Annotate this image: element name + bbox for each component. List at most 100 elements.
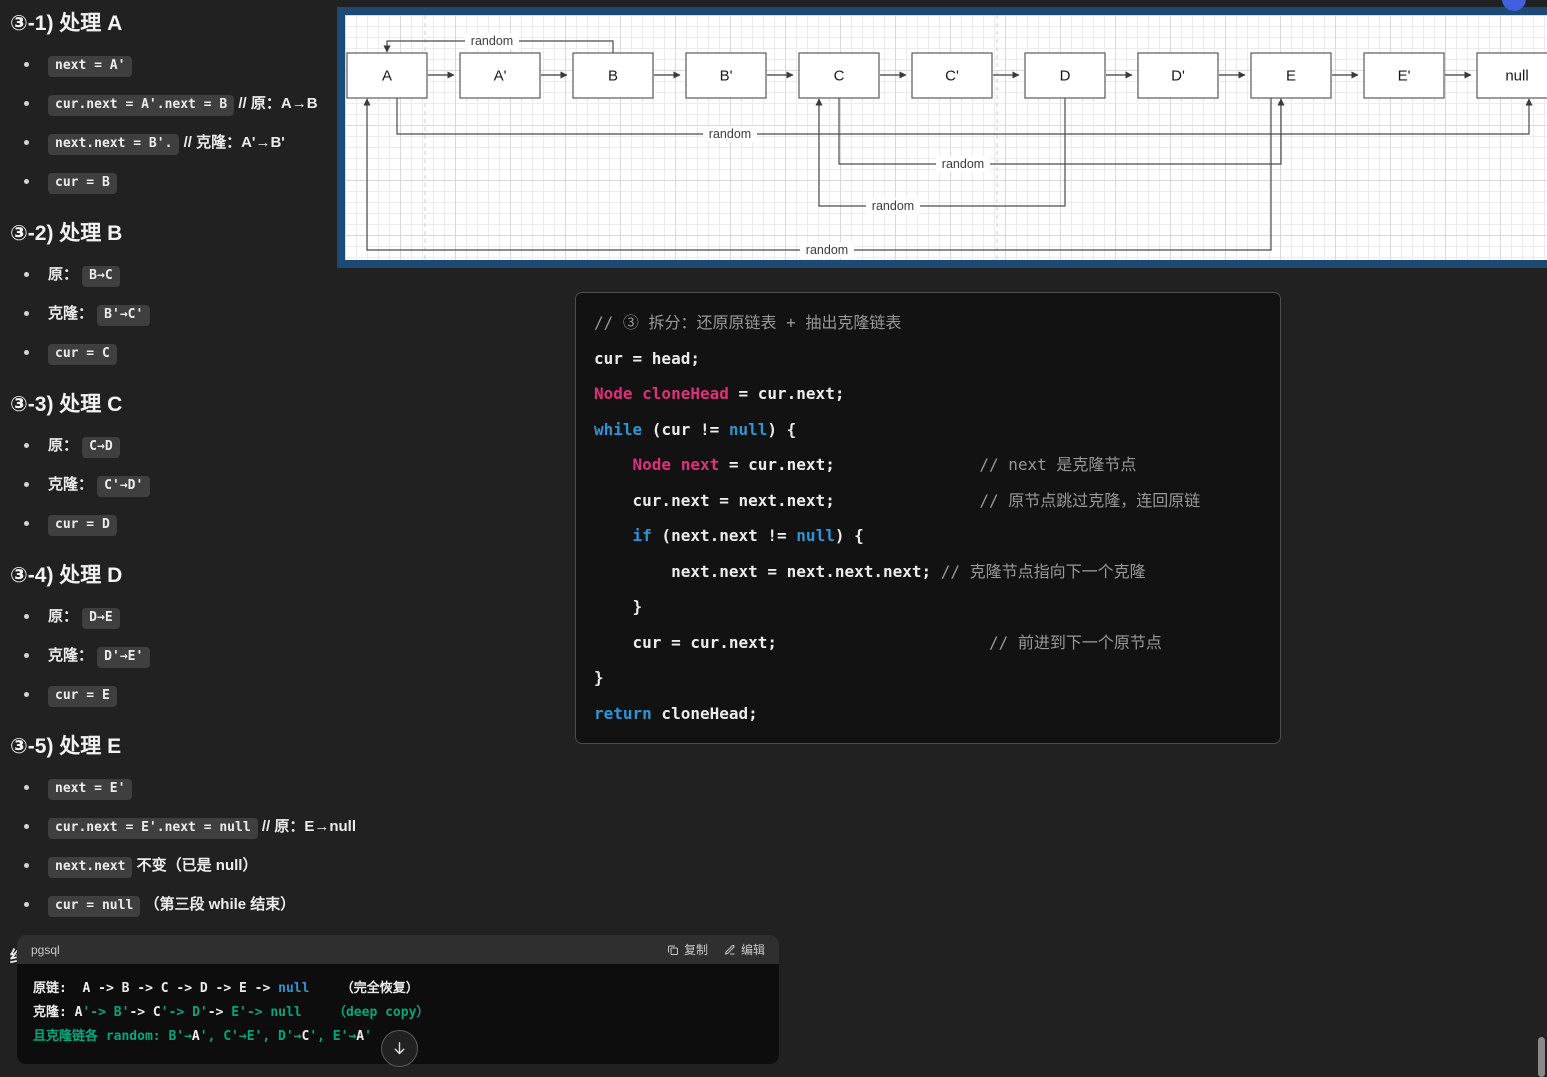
code-segment: // 原节点跳过克隆，连回原链 (834, 490, 1201, 510)
code-segment: // next 是克隆节点 (834, 455, 1137, 474)
copy-button[interactable]: 复制 (667, 941, 708, 958)
node-C'[interactable]: C' (911, 52, 993, 99)
item-text: // 原：E→null (257, 818, 357, 835)
list-item: cur.next = A'.next = B // 原：A→B (10, 93, 340, 116)
output-segment: ', E'→ (309, 1029, 357, 1044)
list-item: cur = C (10, 342, 340, 365)
edit-button[interactable]: 编辑 (724, 941, 765, 958)
item-text: 原： (48, 437, 83, 454)
svg-text:C: C (834, 68, 845, 85)
code-segment: if (632, 526, 652, 545)
code-block-actions: 复制 编辑 (667, 941, 765, 958)
inline-code: C→D (82, 437, 120, 458)
code-segment: ) { (834, 526, 864, 545)
code-segment: Node cloneHead (594, 384, 729, 403)
code-segment: while (594, 419, 643, 439)
svg-text:null: null (1505, 68, 1528, 85)
list-item: cur = B (10, 171, 340, 194)
code-segment: // ③ 拆分：还原原链表 + 抽出克隆链表 (594, 313, 902, 332)
output-segment: null (278, 981, 310, 996)
svg-text:random: random (806, 243, 848, 257)
section-title: ③-3) 处理 C (10, 393, 123, 416)
code-segment: (cur != (642, 419, 729, 439)
code-segment: ) { (767, 419, 797, 439)
inline-code: cur = D (48, 515, 117, 536)
scroll-to-bottom-button[interactable] (381, 1030, 418, 1067)
output-segment: E'-> null （deep copy） (231, 1005, 430, 1020)
code-panel: // ③ 拆分：还原原链表 + 抽出克隆链表 cur = head; Node cl… (575, 292, 1281, 744)
node-B'[interactable]: B' (685, 52, 767, 99)
svg-text:D: D (1060, 68, 1071, 85)
bullet-list: 原： C→D 克隆： C'→D' cur = D (10, 435, 340, 536)
item-text: 原： (48, 266, 83, 283)
section-title: ③-4) 处理 D (10, 564, 123, 587)
node-E'[interactable]: E' (1363, 52, 1445, 99)
code-segment: } (594, 597, 643, 616)
item-text: 克隆： (48, 476, 98, 493)
item-text: 不变（已是 null） (132, 857, 258, 874)
edit-label: 编辑 (740, 943, 765, 957)
code-line: cur.next = next.next; // 原节点跳过克隆，连回原链 (594, 483, 1262, 519)
list-item: next.next 不变（已是 null） (10, 855, 340, 878)
svg-text:D': D' (1171, 68, 1185, 85)
svg-text:B: B (608, 68, 618, 85)
code-segment: = cur.next; (728, 384, 845, 403)
list-item: 原： D→E (10, 606, 340, 629)
section-title: ③-1) 处理 A (10, 12, 123, 35)
item-text: 克隆： (48, 305, 98, 322)
node-A'[interactable]: A' (459, 52, 541, 99)
inline-code: D'→E' (97, 647, 151, 668)
list-item: cur = E (10, 684, 340, 707)
item-text: （第三段 while 结束） (140, 896, 296, 913)
inline-code: cur.next = E'.next = null (48, 818, 258, 839)
inline-code: next = A' (48, 56, 133, 77)
bullet-list: next = E' cur.next = E'.next = null // 原：… (10, 777, 356, 917)
list-item: next = E' (10, 777, 340, 800)
list-item: 克隆： C'→D' (10, 474, 340, 497)
output-segment: '-> D' (160, 1005, 208, 1020)
list-item: cur = null （第三段 while 结束） (10, 894, 340, 917)
code-segment: = cur.next; (719, 455, 835, 474)
code-segment: next.next = next.next.next; (594, 561, 941, 581)
inline-code: next.next = B'. (48, 134, 180, 155)
code-line: Node cloneHead = cur.next; (594, 376, 1262, 412)
code-line: return cloneHead; (594, 696, 1262, 732)
output-segment: A (191, 1029, 200, 1044)
node-C[interactable]: C (798, 52, 880, 99)
node-D[interactable]: D (1024, 52, 1106, 99)
list-item: next.next = B'. // 克隆：A'→B' (10, 132, 340, 155)
output-segment: '-> B' (82, 1005, 130, 1020)
inline-code: cur = E (48, 686, 117, 707)
list-item: 克隆： D'→E' (10, 645, 340, 668)
node-null[interactable]: null (1476, 52, 1547, 99)
node-A[interactable]: A (346, 52, 428, 99)
list-item: 原： B→C (10, 264, 340, 287)
code-line: cur = head; (594, 341, 1262, 377)
code-line: Node next = cur.next; // next 是克隆节点 (594, 447, 1262, 483)
output-line: 原链: A -> B -> C -> D -> E -> null （完全恢复） (33, 977, 763, 1001)
node-D'[interactable]: D' (1137, 52, 1219, 99)
output-segment: （完全恢复） (309, 981, 419, 996)
inline-code: next.next (48, 857, 133, 878)
item-text: // 克隆：A'→B' (179, 134, 285, 151)
output-segment: 克隆: A (33, 1005, 83, 1020)
inline-code: cur = B (48, 173, 117, 194)
output-segment: -> C (129, 1005, 161, 1020)
diagram-canvas[interactable]: random random random random random A A' B B' C C' D… (337, 7, 1547, 268)
node-E[interactable]: E (1250, 52, 1332, 99)
list-item: cur = D (10, 513, 340, 536)
code-language-label: pgsql (31, 942, 60, 957)
code-segment: (next.next != (651, 526, 797, 545)
edge-label: random (800, 242, 854, 258)
scrollbar-thumb[interactable] (1538, 1037, 1545, 1077)
svg-text:C': C' (945, 68, 959, 85)
code-line: } (594, 660, 1262, 696)
code-segment: } (594, 668, 604, 687)
code-segment: // 克隆节点指向下一个克隆 (940, 561, 1146, 581)
node-B[interactable]: B (572, 52, 654, 99)
edge-label: random (703, 126, 757, 142)
svg-text:B': B' (720, 68, 733, 85)
bullet-list: next = A' cur.next = A'.next = B // 原：A→B… (10, 54, 340, 194)
inline-code: cur.next = A'.next = B (48, 95, 235, 116)
output-segment: A (356, 1029, 365, 1044)
